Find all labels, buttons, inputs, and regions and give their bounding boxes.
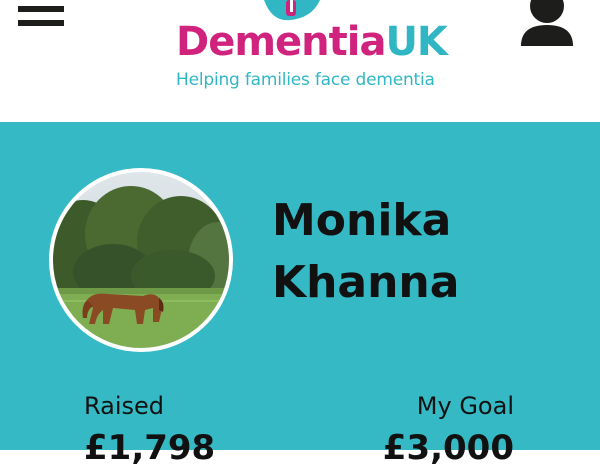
goal-label: My Goal [416, 392, 514, 420]
raised-amount: £1,798 [84, 428, 216, 468]
fundraiser-name: Monika Khanna [272, 190, 459, 314]
logo-word-uk: UK [385, 19, 447, 65]
raised-label: Raised [84, 392, 165, 420]
fundraiser-last-name: Khanna [272, 257, 460, 308]
user-account-icon[interactable] [518, 0, 576, 46]
menu-bar-3 [18, 20, 64, 26]
menu-bar-2 [18, 6, 64, 12]
goal-amount: £3,000 [382, 428, 514, 468]
fundraiser-first-name: Monika [272, 195, 452, 246]
profile-avatar [49, 168, 233, 352]
dementia-uk-logo-wordmark[interactable]: DementiaUK [176, 19, 448, 65]
hamburger-menu-icon[interactable] [18, 0, 64, 30]
site-header: DementiaUK Helping families face dementi… [0, 0, 600, 122]
logo-tagline: Helping families face dementia [176, 70, 435, 90]
logo-word-dementia: Dementia [176, 19, 386, 65]
profile-photo [53, 172, 229, 348]
